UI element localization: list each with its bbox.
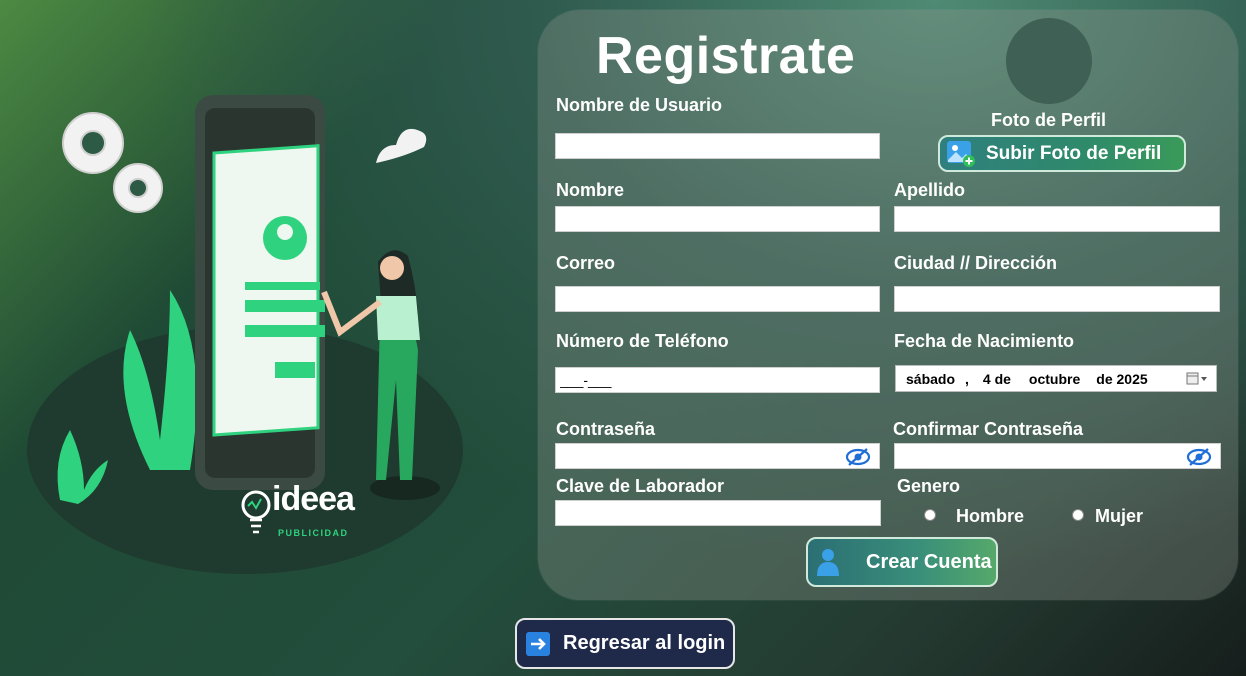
user-icon [817, 549, 839, 576]
birthdate-separator: , [965, 370, 969, 387]
birthdate-month[interactable]: octubre [1029, 371, 1080, 387]
lab-key-input[interactable] [555, 500, 881, 526]
address-input[interactable] [894, 286, 1220, 312]
confirm-password-field[interactable] [894, 443, 1221, 469]
profile-photo-preview [1006, 18, 1092, 104]
gear-icon [62, 112, 163, 213]
gender-radio-female[interactable] [1072, 509, 1084, 521]
exit-arrow-icon [526, 631, 550, 656]
cloud-icon [376, 128, 427, 163]
back-to-login-button[interactable]: Regresar al login [515, 618, 735, 669]
last-name-input[interactable] [894, 206, 1220, 232]
create-account-button[interactable]: Crear Cuenta [806, 537, 998, 587]
create-account-label: Crear Cuenta [866, 550, 992, 573]
gender-option-female[interactable]: Mujer [1095, 506, 1143, 527]
password-label: Contraseña [556, 419, 656, 439]
last-name-label: Apellido [894, 180, 965, 200]
upload-photo-label: Subir Foto de Perfil [986, 142, 1162, 164]
brand-logo-name: ideea [272, 480, 355, 518]
toggle-confirm-password-visibility-icon[interactable] [1186, 447, 1212, 467]
birthdate-label: Fecha de Nacimiento [894, 331, 1075, 351]
email-label: Correo [556, 253, 616, 273]
birthdate-picker[interactable]: sábado , 4 de octubre de 2025 [895, 365, 1217, 392]
image-add-icon [947, 140, 975, 167]
gender-radio-male[interactable] [924, 509, 936, 521]
confirm-password-label: Confirmar Contraseña [893, 419, 1084, 439]
username-input[interactable] [555, 133, 880, 159]
upload-photo-button[interactable]: Subir Foto de Perfil [938, 135, 1186, 172]
address-label: Ciudad // Dirección [894, 253, 1058, 273]
gender-label: Genero [897, 476, 961, 496]
first-name-label: Nombre [556, 180, 625, 200]
toggle-password-visibility-icon[interactable] [845, 447, 871, 467]
registration-illustration [27, 95, 463, 574]
back-to-login-label: Regresar al login [563, 632, 726, 654]
phone-label: Número de Teléfono [556, 331, 729, 351]
brand-logo-tagline: PUBLICIDAD [278, 528, 349, 538]
calendar-dropdown-icon[interactable] [1186, 372, 1208, 386]
username-label: Nombre de Usuario [556, 95, 723, 115]
page-title: Registrate [596, 27, 856, 85]
birthdate-weekday[interactable]: sábado [906, 371, 955, 387]
profile-photo-label: Foto de Perfil [991, 110, 1107, 130]
email-input[interactable] [555, 286, 880, 312]
password-field[interactable] [555, 443, 880, 469]
birthdate-day[interactable]: 4 de [983, 371, 1011, 387]
first-name-input[interactable] [555, 206, 880, 232]
lab-key-label: Clave de Laborador [556, 476, 725, 496]
birthdate-year[interactable]: de 2025 [1096, 371, 1147, 387]
gender-option-male[interactable]: Hombre [956, 506, 1024, 527]
phone-input[interactable] [555, 367, 880, 393]
